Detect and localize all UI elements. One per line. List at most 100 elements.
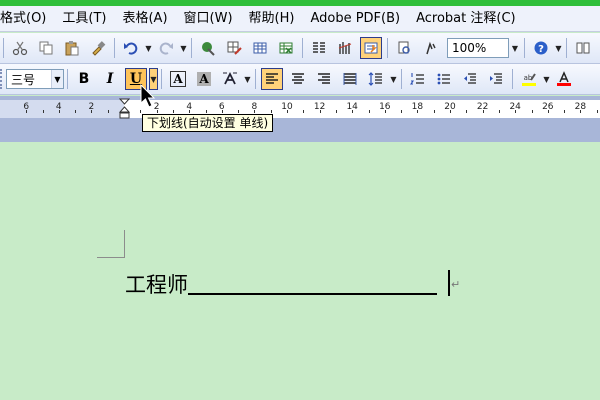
ruler-margin-area <box>0 100 124 118</box>
columns-button[interactable] <box>308 37 330 59</box>
menu-adobe-pdf[interactable]: Adobe PDF(B) <box>302 6 408 32</box>
increase-indent-button[interactable] <box>485 68 507 90</box>
character-border-button[interactable]: A <box>167 68 189 90</box>
justify-icon <box>343 73 357 85</box>
help-button[interactable]: ? <box>530 37 552 59</box>
drawing-button[interactable] <box>334 37 356 59</box>
read-button[interactable] <box>572 37 594 59</box>
toolbar-grip[interactable] <box>0 69 3 89</box>
redo-button[interactable] <box>155 37 177 59</box>
character-scaling-dropdown[interactable]: ▼ <box>243 68 252 90</box>
ruler-tick-mark <box>303 110 305 113</box>
undo-button[interactable] <box>120 37 142 59</box>
format-painter-button[interactable] <box>87 37 109 59</box>
ruler-tick-mark <box>580 110 582 113</box>
ruler-tick-mark <box>368 110 370 113</box>
ruler-tick-mark <box>189 110 191 113</box>
zoom-combo[interactable]: 100% <box>447 38 509 58</box>
bullets-button[interactable] <box>433 68 455 90</box>
show-hide-button[interactable] <box>419 37 441 59</box>
italic-button[interactable]: I <box>99 68 121 90</box>
menu-format[interactable]: 格式(O) <box>0 6 54 32</box>
ruler-tick-mark <box>221 110 223 113</box>
center-icon <box>292 73 304 84</box>
standard-toolbar: ▼ ▼ 100% ▼ ? ▼ <box>0 33 600 64</box>
ruler-tick-mark <box>564 110 566 113</box>
toolbar-separator <box>524 38 525 58</box>
paragraph-mark-icon: ↵ <box>451 278 461 291</box>
formatting-toolbar: 三号 ▼ B I U ▼ A A ▼ ▼ ab ▼ <box>0 64 600 95</box>
bold-button[interactable]: B <box>73 68 95 90</box>
align-left-button[interactable] <box>261 68 283 90</box>
redo-icon <box>159 42 173 55</box>
help-dropdown[interactable]: ▼ <box>554 37 563 59</box>
copy-button[interactable] <box>35 37 57 59</box>
toolbar-separator <box>401 69 402 89</box>
font-size-dropdown[interactable]: ▼ <box>51 70 63 88</box>
align-right-icon <box>318 73 330 84</box>
bold-label: B <box>78 71 90 87</box>
toolbar-separator <box>255 69 256 89</box>
ruler-tick-mark <box>401 110 403 113</box>
highlight-button[interactable]: ab <box>518 68 540 90</box>
zoom-dropdown[interactable]: ▼ <box>509 37 521 59</box>
undo-icon <box>124 42 138 55</box>
ruler-tick-mark <box>450 110 451 113</box>
ruler-tick-mark <box>352 110 354 113</box>
center-button[interactable] <box>287 68 309 90</box>
insert-excel-icon <box>279 42 293 54</box>
document-map-button[interactable] <box>360 37 382 59</box>
line-spacing-dropdown[interactable]: ▼ <box>389 68 398 90</box>
print-preview-button[interactable] <box>393 37 415 59</box>
numbering-button[interactable] <box>407 68 429 90</box>
ruler-tick-mark <box>498 110 500 113</box>
underline-tooltip: 下划线(自动设置 单线) <box>142 114 274 132</box>
ruler-tick-mark <box>482 110 484 113</box>
toolbar-separator <box>512 69 513 89</box>
font-size-combo[interactable]: 三号 ▼ <box>6 69 64 89</box>
numbering-icon <box>410 73 424 85</box>
line-spacing-button[interactable] <box>365 68 387 90</box>
character-scaling-button[interactable] <box>219 68 241 90</box>
ruler-bottom-band <box>0 124 600 142</box>
font-color-icon <box>557 71 571 86</box>
menu-table[interactable]: 表格(A) <box>114 6 175 32</box>
undo-dropdown[interactable]: ▼ <box>144 37 153 59</box>
document-paragraph[interactable]: 工程师 <box>125 269 437 299</box>
highlight-icon: ab <box>522 73 536 86</box>
font-size-value: 三号 <box>11 72 36 87</box>
horizontal-ruler[interactable]: 6 4 2 2 4 6 8 10 12 14 16 18 20 22 24 26 28 <box>0 96 600 124</box>
hyperlink-button[interactable] <box>197 37 219 59</box>
menu-help[interactable]: 帮助(H) <box>241 6 303 32</box>
character-shading-button[interactable]: A <box>193 68 215 90</box>
menu-tools[interactable]: 工具(T) <box>54 6 114 32</box>
text-caret <box>448 270 450 296</box>
ruler-tick-mark <box>156 110 158 113</box>
insert-excel-button[interactable] <box>275 37 297 59</box>
ruler-tick-mark <box>270 110 272 113</box>
menu-window[interactable]: 窗口(W) <box>176 6 241 32</box>
insert-table-button[interactable] <box>249 37 271 59</box>
hyperlink-icon <box>202 42 215 56</box>
cut-button[interactable] <box>9 37 31 59</box>
document-text[interactable]: 工程师 <box>125 271 188 299</box>
ruler-tick-mark <box>319 110 321 113</box>
document-map-icon <box>398 41 410 54</box>
ruler-tick-mark <box>107 110 109 113</box>
font-color-button[interactable] <box>553 68 575 90</box>
menu-acrobat-comments[interactable]: Acrobat 注释(C) <box>408 6 524 32</box>
highlight-dropdown[interactable]: ▼ <box>542 68 551 90</box>
decrease-indent-button[interactable] <box>459 68 481 90</box>
decrease-indent-icon <box>464 73 476 84</box>
paste-button[interactable] <box>61 37 83 59</box>
align-right-button[interactable] <box>313 68 335 90</box>
indent-marker-icon[interactable] <box>119 98 130 120</box>
underlined-blank[interactable] <box>188 293 437 295</box>
tables-borders-button[interactable] <box>223 37 245 59</box>
toolbar-separator <box>302 38 303 58</box>
ruler-tick-mark <box>42 110 44 113</box>
justify-button[interactable] <box>339 68 361 90</box>
document-page[interactable]: 工程师 ↵ <box>0 142 600 400</box>
italic-label: I <box>106 71 114 87</box>
redo-dropdown[interactable]: ▼ <box>179 37 188 59</box>
